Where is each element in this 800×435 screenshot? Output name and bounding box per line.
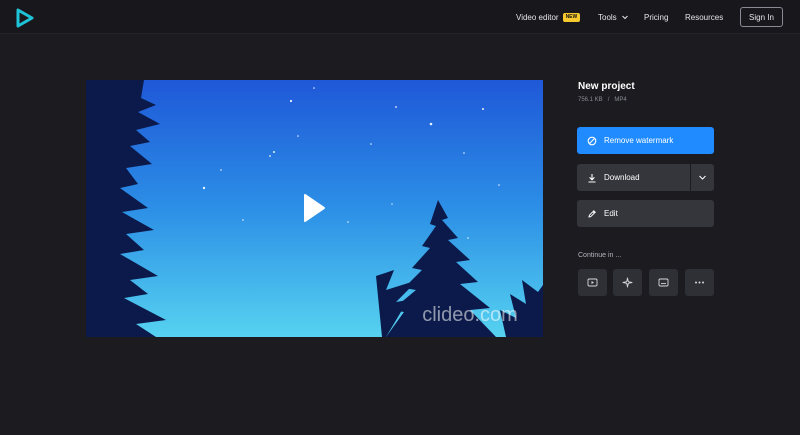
download-label: Download xyxy=(604,173,640,182)
new-badge: NEW xyxy=(562,12,581,22)
nav-pricing-label: Pricing xyxy=(644,12,669,22)
download-options-button[interactable] xyxy=(691,164,714,191)
project-title: New project xyxy=(578,81,635,92)
chevron-down-icon xyxy=(621,15,628,20)
remove-watermark-button[interactable]: Remove watermark xyxy=(577,127,714,154)
continue-in-label: Continue in ... xyxy=(578,252,622,259)
top-bar: Video editor NEW Tools Pricing Resources… xyxy=(0,0,800,34)
continue-more-button[interactable] xyxy=(685,269,714,296)
edit-button[interactable]: Edit xyxy=(577,200,714,227)
project-meta: 756.1 KB / MP4 xyxy=(578,97,627,103)
play-logo-icon[interactable] xyxy=(15,8,35,28)
continue-video-player-button[interactable] xyxy=(578,269,607,296)
chevron-down-icon xyxy=(699,175,706,180)
file-format: MP4 xyxy=(614,97,627,103)
watermark-text: clideo.com xyxy=(422,304,518,326)
nav-tools-label: Tools xyxy=(598,12,617,22)
sparkle-icon xyxy=(622,277,633,288)
nav-resources-label: Resources xyxy=(685,12,724,22)
edit-label: Edit xyxy=(604,209,618,218)
sign-in-button[interactable]: Sign In xyxy=(740,7,783,27)
video-frame: clideo.com xyxy=(86,80,543,337)
continue-effects-button[interactable] xyxy=(613,269,642,296)
remove-watermark-label: Remove watermark xyxy=(604,136,674,145)
file-size: 756.1 KB xyxy=(578,97,603,103)
nav-resources[interactable]: Resources xyxy=(685,0,723,34)
download-icon xyxy=(588,173,596,183)
more-dots-icon xyxy=(695,281,704,284)
nav-video-editor[interactable]: Video editor NEW xyxy=(516,0,581,34)
video-player-icon xyxy=(587,278,598,287)
continue-subtitles-button[interactable] xyxy=(649,269,678,296)
meta-separator: / xyxy=(607,97,610,103)
nav-pricing[interactable]: Pricing xyxy=(644,0,668,34)
nav-tools[interactable]: Tools xyxy=(598,0,629,34)
download-button[interactable]: Download xyxy=(577,164,714,191)
pencil-icon xyxy=(588,209,596,218)
video-preview[interactable]: clideo.com xyxy=(86,80,543,337)
subtitles-icon xyxy=(658,278,669,287)
no-watermark-icon xyxy=(587,136,597,145)
nav-video-editor-label: Video editor xyxy=(516,12,559,22)
